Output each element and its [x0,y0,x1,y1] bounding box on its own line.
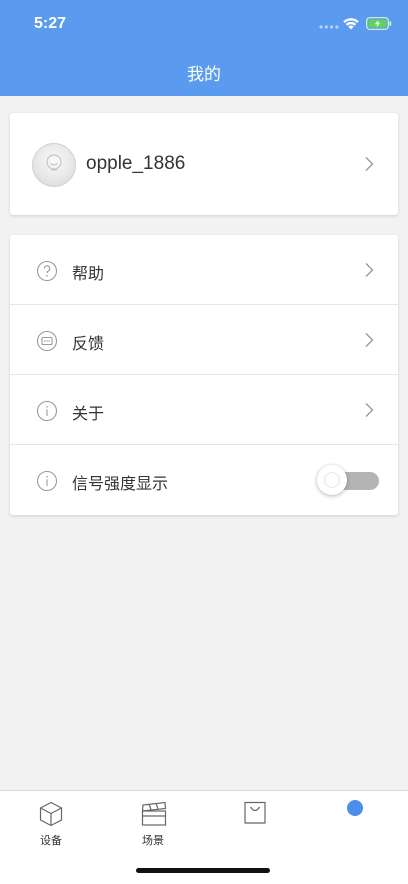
battery-charging-icon [366,17,392,30]
signal-strength-toggle[interactable] [317,465,379,495]
menu-item-feedback[interactable]: 反馈 [10,305,398,375]
username: opple_1886 [86,153,186,174]
chevron-right-icon [365,263,374,277]
shopping-bag-icon [244,801,266,824]
wifi-icon [343,18,359,30]
status-time: 5:27 [34,15,67,32]
tab-shop[interactable] [204,791,306,851]
chevron-right-icon [365,333,374,347]
profile-icon [347,800,363,816]
menu-item-label: 反馈 [72,334,105,353]
menu-item-label: 信号强度显示 [72,474,169,493]
menu-item-signal-strength: 信号强度显示 [10,445,398,515]
profile-card[interactable]: opple_1886 [10,113,398,215]
tab-label: 场景 [142,834,164,847]
clapperboard-icon [141,801,167,826]
help-circle-icon [36,260,58,282]
tab-scenes[interactable]: 场景 [102,791,204,851]
top-header: 5:27 我的 [0,0,408,96]
menu-card: 帮助 反馈 关于 信号强度显示 [10,235,398,515]
page-title: 我的 [187,65,221,85]
menu-item-about[interactable]: 关于 [10,375,398,445]
signal-dots-icon [319,25,339,29]
chevron-right-icon [365,157,374,171]
avatar [32,143,76,187]
feedback-icon [36,330,58,352]
menu-item-label: 关于 [72,404,105,423]
info-icon [36,400,58,422]
cube-icon [39,801,63,827]
menu-item-help[interactable]: 帮助 [10,235,398,305]
home-indicator [136,868,270,873]
tab-devices[interactable]: 设备 [0,791,102,851]
menu-item-label: 帮助 [72,264,105,283]
info-icon [36,470,58,492]
tab-label: 设备 [40,834,62,847]
bulb-icon [46,154,62,171]
chevron-right-icon [365,403,374,417]
toggle-knob [317,465,347,495]
